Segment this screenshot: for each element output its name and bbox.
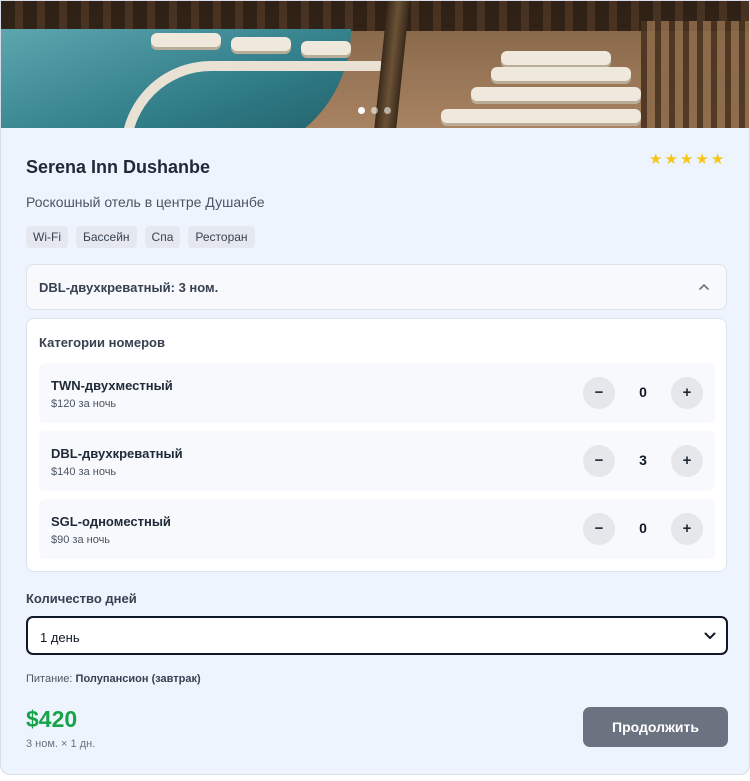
meal-value: Полупансион (завтрак) xyxy=(75,673,201,685)
room-price: $140 за ночь xyxy=(51,466,117,478)
carousel-dot-1[interactable] xyxy=(358,107,365,114)
days-label: Количество дней xyxy=(26,591,137,606)
amenity-tag: Спа xyxy=(144,226,181,248)
hotel-photo-carousel[interactable] xyxy=(1,1,749,128)
room-quantity-value: 3 xyxy=(639,452,647,468)
decrement-button[interactable]: − xyxy=(583,445,615,477)
chevron-up-icon[interactable] xyxy=(698,281,710,293)
carousel-dot-2[interactable] xyxy=(371,107,378,114)
star-rating: ★ ★ ★ ★ ★ xyxy=(649,152,724,168)
star-icon: ★ xyxy=(710,151,725,168)
room-summary-accordion[interactable]: DBL-двухкреватный: 3 ном. xyxy=(26,264,727,310)
photo-lounger xyxy=(231,37,291,51)
room-quantity-value: 0 xyxy=(639,520,647,536)
photo-lounger xyxy=(151,33,221,47)
carousel-dots xyxy=(358,107,391,114)
hotel-description: Роскошный отель в центре Душанбе xyxy=(26,194,265,210)
room-categories-panel: Категории номеров TWN-двухместный $120 з… xyxy=(26,318,727,572)
carousel-dot-3[interactable] xyxy=(384,107,391,114)
room-quantity-stepper: − 0 + xyxy=(583,513,703,545)
photo-lounger xyxy=(501,51,611,65)
decrement-button[interactable]: − xyxy=(583,377,615,409)
meal-info: Питание: Полупансион (завтрак) xyxy=(26,673,201,685)
continue-button[interactable]: Продолжить xyxy=(583,707,728,747)
room-quantity-stepper: − 3 + xyxy=(583,445,703,477)
chevron-down-icon xyxy=(704,632,716,639)
room-name: DBL-двухкреватный xyxy=(51,446,183,461)
room-summary-label: DBL-двухкреватный: 3 ном. xyxy=(39,280,219,295)
amenity-tag: Бассейн xyxy=(75,226,137,248)
days-selected-value: 1 день xyxy=(40,630,80,645)
room-categories-title: Категории номеров xyxy=(39,335,165,350)
star-icon: ★ xyxy=(664,151,678,168)
hotel-name: Serena Inn Dushanbe xyxy=(26,157,211,177)
amenity-tags: Wi-Fi Бассейн Спа Ресторан xyxy=(26,226,255,248)
room-price: $90 за ночь xyxy=(51,534,111,546)
hotel-card: Serena Inn Dushanbe ★ ★ ★ ★ ★ Роскошный … xyxy=(0,0,750,775)
amenity-tag: Wi-Fi xyxy=(26,226,68,248)
room-row-sgl: SGL-одноместный $90 за ночь − 0 + xyxy=(39,499,715,559)
photo-railing xyxy=(641,21,749,128)
star-icon: ★ xyxy=(679,151,694,168)
photo-lounger xyxy=(471,87,641,101)
photo-lounger xyxy=(491,67,631,81)
room-quantity-value: 0 xyxy=(639,384,647,400)
decrement-button[interactable]: − xyxy=(583,513,615,545)
total-price: $420 xyxy=(26,706,78,732)
photo-lounger xyxy=(441,109,641,123)
increment-button[interactable]: + xyxy=(671,445,703,477)
room-name: SGL-одноместный xyxy=(51,514,171,529)
room-quantity-stepper: − 0 + xyxy=(583,377,703,409)
total-breakdown: 3 ном. × 1 дн. xyxy=(26,738,96,750)
increment-button[interactable]: + xyxy=(671,377,703,409)
star-icon: ★ xyxy=(649,151,663,168)
room-row-twn: TWN-двухместный $120 за ночь − 0 + xyxy=(39,363,715,423)
room-name: TWN-двухместный xyxy=(51,378,173,393)
increment-button[interactable]: + xyxy=(671,513,703,545)
days-select[interactable]: 1 день xyxy=(26,616,728,655)
photo-lounger xyxy=(301,41,351,55)
star-icon: ★ xyxy=(695,151,709,168)
room-row-dbl: DBL-двухкреватный $140 за ночь − 3 + xyxy=(39,431,715,491)
amenity-tag: Ресторан xyxy=(188,226,255,248)
room-price: $120 за ночь xyxy=(51,398,117,410)
meal-prefix: Питание: xyxy=(26,673,76,685)
